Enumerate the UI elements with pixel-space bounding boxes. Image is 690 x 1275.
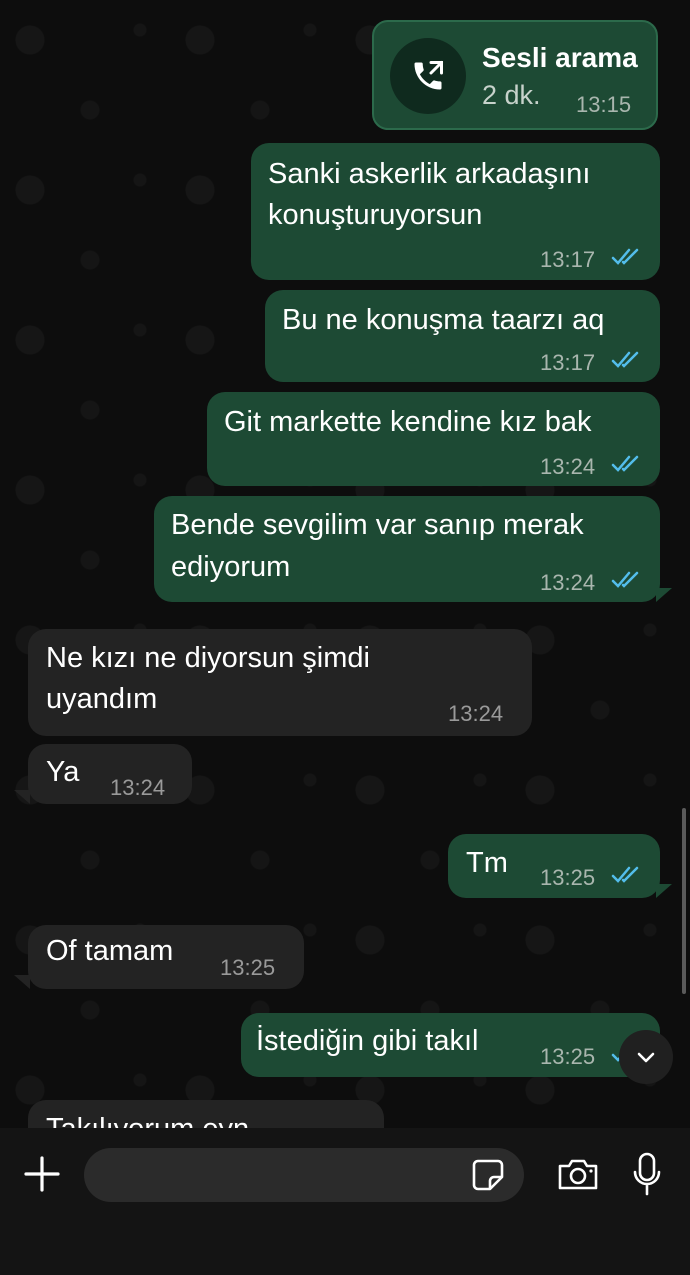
message-text: konuşturuyorsun: [268, 199, 483, 231]
call-icon-circle: [390, 38, 466, 114]
incoming-message[interactable]: Of tamam 13:25: [28, 925, 304, 989]
message-text: Git markette kendine kız bak: [224, 406, 592, 438]
message-time: 13:24: [540, 570, 596, 595]
bubble-tail: [656, 884, 672, 898]
outgoing-message[interactable]: Bu ne konuşma taarzı aq 13:17: [265, 290, 660, 382]
read-receipt-icon: [611, 866, 639, 883]
scroll-to-bottom-button[interactable]: [619, 1030, 673, 1084]
composer-bar: [0, 1128, 690, 1275]
message-text: Bende sevgilim var sanıp merak: [171, 509, 584, 541]
read-receipt-icon: [611, 248, 639, 265]
outgoing-message[interactable]: İstediğin gibi takıl 13:25: [241, 1013, 660, 1077]
phone-outgoing-icon: [414, 61, 443, 90]
call-title: Sesli arama: [482, 42, 638, 73]
call-duration: 2 dk.: [482, 80, 541, 110]
message-time: 13:24: [540, 454, 596, 479]
message-text: Takılıyorum eyn: [46, 1108, 249, 1128]
plus-icon[interactable]: [22, 1154, 62, 1194]
message-text: ediyorum: [171, 551, 291, 583]
chevron-down-icon: [637, 1052, 655, 1063]
message-time: 13:17: [540, 247, 596, 272]
voice-call-message[interactable]: Sesli arama 2 dk. 13:15: [372, 20, 658, 130]
microphone-icon[interactable]: [632, 1152, 662, 1196]
message-text: uyandım: [46, 683, 158, 715]
message-text: Bu ne konuşma taarzı aq: [282, 304, 605, 336]
outgoing-message[interactable]: Git markette kendine kız bak 13:24: [207, 392, 660, 486]
read-receipt-icon: [611, 455, 639, 472]
chat-area[interactable]: Sesli arama 2 dk. 13:15 Sanki askerlik a…: [0, 0, 690, 1128]
incoming-message[interactable]: Ne kızı ne diyorsun şimdi uyandım 13:24: [28, 629, 532, 736]
bubble-tail: [656, 588, 672, 602]
message-text: Sanki askerlik arkadaşını: [268, 158, 591, 190]
bubble-tail: [14, 790, 30, 804]
message-text: Ya: [46, 756, 80, 788]
call-time: 13:15: [576, 92, 632, 117]
message-text: Ne kızı ne diyorsun şimdi: [46, 642, 370, 674]
message-text: Of tamam: [46, 935, 174, 967]
message-text: Tm: [466, 847, 508, 879]
camera-icon[interactable]: [556, 1156, 600, 1192]
message-time: 13:25: [540, 865, 596, 890]
incoming-message[interactable]: Ya 13:24: [28, 744, 192, 804]
read-receipt-icon: [611, 571, 639, 588]
incoming-message[interactable]: Takılıyorum eyn: [28, 1100, 384, 1128]
read-receipt-icon: [611, 351, 639, 368]
outgoing-message[interactable]: Tm 13:25: [448, 834, 660, 898]
outgoing-message[interactable]: Sanki askerlik arkadaşını konuşturuyorsu…: [251, 143, 660, 280]
outgoing-message[interactable]: Bende sevgilim var sanıp merak ediyorum …: [154, 496, 660, 602]
message-time: 13:17: [540, 350, 596, 375]
bubble-tail: [14, 975, 30, 989]
message-text: İstediğin gibi takıl: [256, 1025, 479, 1057]
scrollbar[interactable]: [682, 808, 686, 994]
message-time: 13:24: [110, 775, 166, 800]
message-time: 13:24: [448, 701, 504, 726]
message-time: 13:25: [220, 955, 276, 980]
message-time: 13:25: [540, 1044, 596, 1069]
message-input[interactable]: [84, 1148, 524, 1202]
sticker-icon[interactable]: [470, 1157, 506, 1193]
